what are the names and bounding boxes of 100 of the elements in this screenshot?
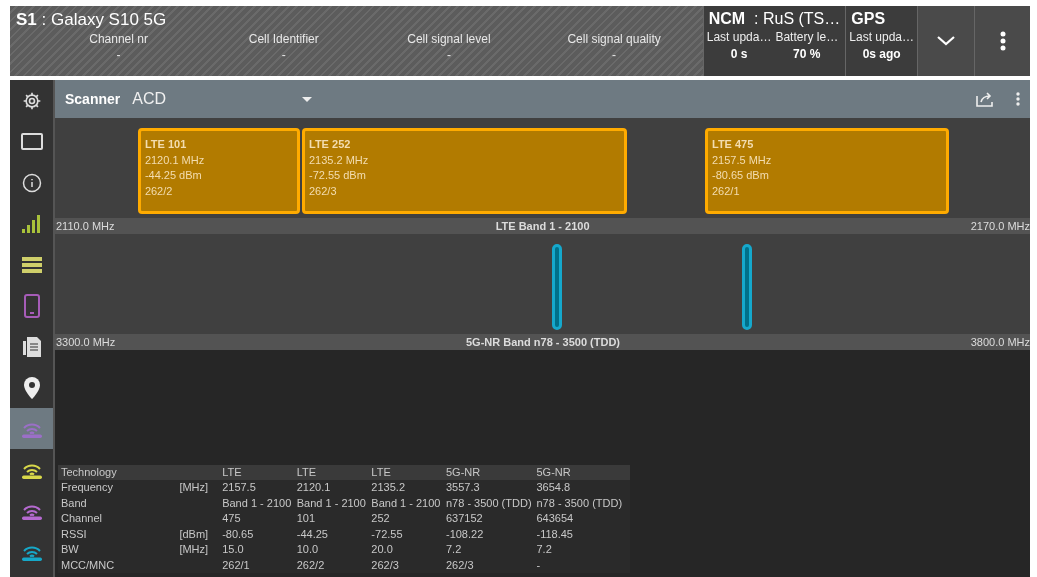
axis-end-label: 2170.0 MHz — [970, 218, 1030, 234]
table-cell-text: 101 — [296, 511, 317, 526]
row-label: Band — [61, 495, 88, 511]
unit-cell-text: [dBm] — [179, 526, 210, 542]
row-label: Technology — [61, 464, 118, 480]
table-cell-text: 2157.5 — [222, 480, 257, 495]
share-button[interactable] — [976, 91, 994, 107]
document-icon — [22, 336, 41, 357]
table-cell-text: -44.25 — [296, 526, 329, 542]
panel-value: 70 % — [793, 46, 821, 63]
table-cell-text: 262/3 — [445, 557, 475, 573]
carrier-rssi: -80.65 dBm — [712, 168, 770, 183]
table-cell-text: 20.0 — [371, 542, 394, 557]
toolbar-more-button[interactable] — [1016, 92, 1020, 106]
field-value: - — [446, 47, 451, 63]
table-cell-text: 637152 — [445, 511, 484, 526]
table-cell-text: n78 - 3500 (TDD) — [536, 495, 624, 511]
carrier-frequency: 2157.5 MHz — [712, 152, 773, 168]
field-value: - — [612, 47, 617, 63]
table-cell-text: 252 — [371, 511, 391, 526]
panel-title: NCM : RuS (TS… — [707, 9, 842, 29]
table-cell-text: -118.45 — [536, 526, 574, 542]
table-cell-text: -80.65 — [222, 526, 255, 542]
axis-start-label: 2110.0 MHz — [56, 218, 115, 234]
field-value: - — [281, 47, 286, 63]
carrier-block[interactable]: LTE 101 2120.1 MHz -44.25 dBm 262/2 — [137, 128, 301, 214]
panel-value: 0s ago — [862, 46, 901, 63]
table-cell-text: 15.0 — [222, 542, 245, 557]
field-label: Channel nr — [89, 31, 148, 47]
carrier-bar[interactable] — [551, 244, 562, 330]
table-cell-text: 3557.3 — [445, 480, 481, 495]
field-label: Cell Identifier — [248, 31, 319, 47]
field-label: Cell signal level — [407, 31, 491, 47]
table-cell-text: -108.22 — [445, 526, 485, 542]
table-cell-text: 262/3 — [371, 557, 400, 573]
tablet-icon — [20, 131, 43, 152]
table-cell-text: 7.2 — [445, 542, 463, 557]
carrier-bar[interactable] — [741, 244, 752, 330]
table-cell-text: 3654.8 — [536, 480, 572, 495]
carrier-rssi: -44.25 dBm — [144, 168, 203, 183]
table-cell-text: n78 - 3500 (TDD) — [445, 495, 533, 511]
table-cell-text: Band 1 - 2100 — [222, 495, 293, 511]
scanner-dropdown[interactable]: ACD — [132, 87, 313, 111]
table-cell-text: 262/1 — [222, 557, 251, 573]
table-cell-text: 5G-NR — [445, 464, 482, 480]
list-icon — [21, 256, 42, 273]
scanner-label: Scanner — [65, 89, 121, 109]
carrier-block[interactable]: LTE 475 2157.5 MHz -80.65 dBm 262/1 — [705, 128, 949, 214]
unit-cell-text: [MHz] — [179, 480, 210, 495]
table-cell-text: 10.0 — [296, 542, 320, 557]
carrier-mcc: 262/3 — [309, 183, 338, 199]
table-cell-text: Band 1 - 2100 — [296, 495, 367, 511]
settings-icon — [21, 90, 42, 111]
more-vertical-icon — [999, 31, 1006, 51]
signal-bars-icon — [21, 214, 42, 233]
unit-cell-text: [MHz] — [179, 542, 210, 557]
table-cell-text: 475 — [222, 511, 242, 526]
carrier-mcc: 262/1 — [712, 183, 741, 199]
location-pin-icon — [23, 376, 40, 399]
field-label: Cell signal quality — [567, 31, 661, 47]
table-cell-text: LTE — [222, 464, 243, 480]
table-cell-text: 2120.1 — [296, 480, 332, 495]
carrier-frequency: 2135.2 MHz — [309, 152, 370, 168]
carrier-title: LTE 252 — [309, 137, 352, 152]
info-icon — [21, 172, 42, 193]
carrier-frequency: 2120.1 MHz — [144, 152, 206, 168]
dropdown-caret-icon — [302, 96, 313, 102]
carrier-rssi: -72.55 dBm — [309, 168, 367, 183]
chevron-down-icon — [937, 36, 955, 46]
axis-start-label: 3300.0 MHz — [56, 334, 116, 350]
field-value: - — [116, 47, 121, 63]
panel-label: Last upda… — [849, 29, 914, 46]
table-cell-text: - — [536, 557, 542, 573]
table-cell-text: 7.2 — [536, 542, 553, 557]
band-name: LTE Band 1 - 2100 — [495, 218, 590, 234]
table-cell-text: 2135.2 — [371, 480, 406, 495]
table-cell-text: Band 1 - 2100 — [371, 495, 442, 511]
panel-title: GPS — [850, 9, 887, 29]
axis-end-label: 3800.0 MHz — [970, 334, 1030, 350]
row-label: RSSI — [61, 526, 88, 542]
carrier-mcc: 262/2 — [144, 183, 174, 199]
panel-label: Battery le… — [775, 29, 839, 46]
panel-value: 0 s — [730, 46, 748, 63]
carrier-block[interactable]: LTE 252 2135.2 MHz -72.55 dBm 262/3 — [302, 128, 627, 214]
share-icon — [976, 91, 994, 107]
row-label: MCC/MNC — [61, 557, 116, 573]
table-cell-text: LTE — [296, 464, 318, 480]
band-name: 5G-NR Band n78 - 3500 (TDD) — [466, 334, 620, 350]
table-cell-text: 262/2 — [296, 557, 326, 573]
carrier-title: LTE 101 — [144, 137, 188, 152]
device-title: S1 : Galaxy S10 5G — [16, 9, 168, 31]
table-cell-text: -72.55 — [371, 526, 404, 542]
carrier-title: LTE 475 — [712, 137, 755, 152]
panel-label: Last upda… — [706, 29, 772, 46]
row-label: Frequency — [61, 480, 114, 495]
phone-icon — [23, 293, 40, 318]
table-cell-text: 643654 — [536, 511, 575, 526]
table-cell-text: LTE — [371, 464, 392, 480]
row-label: BW — [61, 542, 80, 557]
row-label: Channel — [61, 511, 103, 526]
